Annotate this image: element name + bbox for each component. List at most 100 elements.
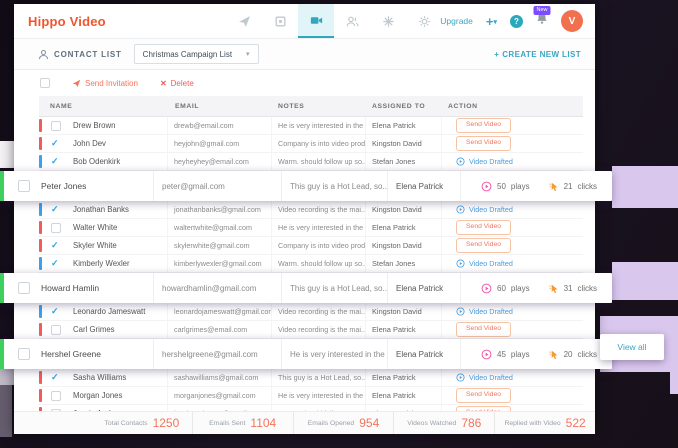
- lavender-panel: [612, 262, 678, 300]
- contact-name: Carl Grimes: [73, 321, 173, 338]
- contact-list-label: CONTACT LIST: [14, 49, 122, 60]
- row-checkbox[interactable]: ✓: [39, 237, 73, 254]
- table-row[interactable]: Drew Brown drewb@email.com He is very in…: [39, 117, 583, 135]
- assigned-to: Elena Patrick: [365, 117, 441, 134]
- status-bar: [39, 119, 42, 132]
- background-fragment: [0, 141, 14, 168]
- table-row[interactable]: Walter White waltertwhite@gmail.com He i…: [39, 219, 583, 237]
- contact-name: Sasha Williams: [73, 369, 173, 386]
- view-all-link[interactable]: View all: [617, 342, 646, 352]
- send-video-button[interactable]: Send Video: [456, 388, 511, 402]
- contact-notes: Video recording is the mai...: [271, 201, 365, 218]
- user-avatar[interactable]: V: [561, 10, 583, 32]
- video-camera-icon[interactable]: [298, 4, 334, 38]
- table-row[interactable]: ✓ John Dev heyjohn@gmail.com Company is …: [39, 135, 583, 153]
- play-circle-icon: [481, 283, 492, 294]
- contact-email: peter@gmail.com: [153, 171, 281, 201]
- assigned-to: Stefan Jones: [365, 153, 441, 170]
- assigned-to: Kingston David: [365, 135, 441, 152]
- contact-email: waltertwhite@gmail.com: [167, 219, 271, 236]
- video-drafted-status: Video Drafted: [456, 157, 513, 166]
- video-drafted-status: Video Drafted: [456, 373, 513, 382]
- campaign-list-dropdown[interactable]: Christmas Campaign List ▾: [134, 44, 259, 64]
- summary-stats-bar: Total Contacts1250 Emails Sent1104 Email…: [14, 411, 595, 434]
- table-row[interactable]: Carl Grimes carlgrimes@email.com Video r…: [39, 321, 583, 339]
- highlighted-contact-row[interactable]: Howard Hamlin howardhamlin@gmail.com Thi…: [0, 273, 612, 303]
- checkbox[interactable]: [51, 121, 61, 131]
- contacts-icon[interactable]: [334, 4, 370, 38]
- contact-notes: Video recording is the mai...: [271, 321, 365, 338]
- checkbox[interactable]: [51, 391, 61, 401]
- row-checkbox[interactable]: ✓: [39, 369, 73, 386]
- contact-name: Howard Hamlin: [41, 273, 153, 303]
- table-row[interactable]: ✓ Jonathan Banks jonathanbanks@gmail.com…: [39, 201, 583, 219]
- row-checkbox[interactable]: ✓: [39, 135, 73, 152]
- contact-notes: He is very interested in the prod...: [271, 387, 365, 404]
- contact-notes: Video recording is the mai...: [271, 303, 365, 320]
- action-cell: Send Video: [441, 219, 583, 236]
- app-window: Hippo Video: [14, 4, 595, 434]
- row-checkbox[interactable]: [39, 321, 73, 338]
- row-checkbox[interactable]: ✓: [39, 201, 73, 218]
- table-row[interactable]: ✓ Skyler White skylerwhite@gmail.com Com…: [39, 237, 583, 255]
- row-checkbox[interactable]: [39, 387, 73, 404]
- person-icon: [38, 49, 49, 60]
- column-header-action: ACTION: [448, 103, 583, 110]
- lavender-panel: [670, 372, 678, 394]
- view-all-popover[interactable]: View all: [600, 334, 664, 360]
- contact-notes: This guy is a Hot Lead, so...: [271, 369, 365, 386]
- play-circle-icon: [456, 259, 465, 268]
- plays-count: 50: [497, 182, 506, 191]
- help-button[interactable]: ?: [510, 15, 523, 28]
- row-checkbox[interactable]: ✓: [39, 255, 73, 272]
- action-cell: Send Video: [441, 321, 583, 338]
- lavender-panel: [612, 166, 678, 208]
- status-bar: [0, 273, 4, 303]
- send-video-button[interactable]: Send Video: [456, 136, 511, 150]
- send-invitation-button[interactable]: Send Invitation: [72, 79, 138, 88]
- send-video-button[interactable]: Send Video: [456, 118, 511, 132]
- table-row[interactable]: Morgan Jones morganjones@gmail.com He is…: [39, 387, 583, 405]
- row-checkbox[interactable]: [0, 339, 41, 369]
- play-circle-icon: [456, 373, 465, 382]
- send-plane-icon[interactable]: [226, 4, 262, 38]
- stop-square-icon[interactable]: [262, 4, 298, 38]
- send-video-button[interactable]: Send Video: [456, 238, 511, 252]
- table-row[interactable]: ✓ Sasha Williams sashawilliams@gmail.com…: [39, 369, 583, 387]
- row-checkbox[interactable]: [39, 117, 73, 134]
- row-checkbox[interactable]: [0, 171, 41, 201]
- play-circle-icon: [456, 157, 465, 166]
- row-checkbox[interactable]: [39, 219, 73, 236]
- table-row[interactable]: ✓ Kimberly Wexler kimberlywexler@gmail.c…: [39, 255, 583, 273]
- upgrade-link[interactable]: Upgrade: [440, 16, 473, 26]
- row-checkbox[interactable]: ✓: [39, 303, 73, 320]
- notifications-bell-icon[interactable]: New: [536, 12, 548, 30]
- row-checkbox[interactable]: ✓: [39, 153, 73, 170]
- send-video-button[interactable]: Send Video: [456, 322, 511, 336]
- table-row[interactable]: ✓ Bob Odenkirk heyheyhey@email.com Warm.…: [39, 153, 583, 171]
- send-video-button[interactable]: Send Video: [456, 220, 511, 234]
- highlighted-contact-row[interactable]: Hershel Greene hershelgreene@gmail.com H…: [0, 339, 612, 369]
- integrations-icon[interactable]: [370, 4, 406, 38]
- checkbox[interactable]: [51, 223, 61, 233]
- checkbox[interactable]: [51, 325, 61, 335]
- quick-add-button[interactable]: +▾: [486, 15, 497, 28]
- settings-gear-icon[interactable]: [406, 4, 442, 38]
- row-checkbox[interactable]: [0, 273, 41, 303]
- action-cell: Video Drafted: [441, 369, 583, 386]
- clicks-count: 20: [564, 350, 573, 359]
- create-new-list-button[interactable]: +CREATE NEW LIST: [494, 50, 595, 59]
- contact-email: howardhamlin@gmail.com: [153, 273, 281, 303]
- checkbox[interactable]: [18, 282, 30, 294]
- highlighted-contact-row[interactable]: Peter Jones peter@gmail.com This guy is …: [0, 171, 612, 201]
- select-all-checkbox[interactable]: [40, 78, 50, 88]
- checkbox[interactable]: [18, 348, 30, 360]
- contact-notes: He is very interested in the prod...: [281, 339, 387, 369]
- chevron-down-icon: ▾: [246, 50, 250, 58]
- screen: Hippo Video: [0, 0, 678, 448]
- delete-button[interactable]: ✕ Delete: [160, 79, 194, 88]
- checkbox[interactable]: [18, 180, 30, 192]
- stat-replied-with-video: Replied with Video522: [494, 412, 595, 434]
- table-row[interactable]: ✓ Leonardo Jameswatt leonardojameswatt@g…: [39, 303, 583, 321]
- contact-notes: Warm. should follow up so...: [271, 153, 365, 170]
